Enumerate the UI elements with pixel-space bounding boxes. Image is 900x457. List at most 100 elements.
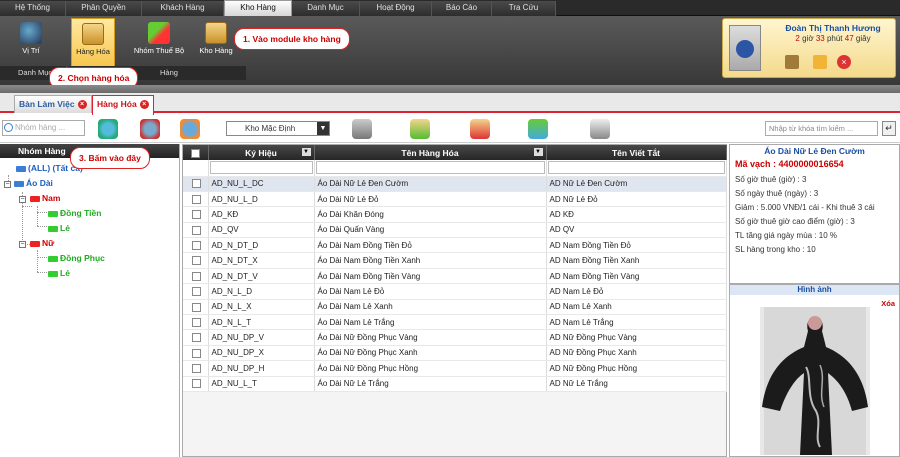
table-row[interactable]: AD_KĐ Áo Dài Khăn Đóng AD KĐ bbox=[183, 206, 727, 223]
cell-ten-viet-tat: AD Nữ Đồng Phục Hồng bbox=[546, 360, 727, 377]
column-ky-hieu[interactable]: Ký Hiệu ▼ bbox=[208, 145, 315, 160]
table-row[interactable]: AD_NU_L_DC Áo Dài Nữ Lẻ Đen Cườm AD Nữ Lẻ … bbox=[183, 176, 727, 192]
collapse-icon[interactable]: − bbox=[19, 241, 26, 248]
row-checkbox[interactable] bbox=[192, 379, 202, 389]
row-checkbox[interactable] bbox=[192, 256, 202, 266]
select-all-header[interactable] bbox=[183, 145, 209, 160]
checkbox-icon[interactable] bbox=[190, 148, 200, 158]
menu-tab-tra-cuu[interactable]: Tra Cứu bbox=[492, 1, 556, 16]
row-checkbox[interactable] bbox=[192, 317, 202, 327]
row-checkbox[interactable] bbox=[192, 225, 202, 235]
cell-ky-hieu: AD_NU_DP_H bbox=[208, 360, 315, 377]
add-item-icon[interactable] bbox=[410, 119, 430, 139]
row-checkbox[interactable] bbox=[192, 179, 202, 189]
menu-tab-kho-hang[interactable]: Kho Hàng bbox=[224, 0, 292, 16]
tree-node-nam[interactable]: Nam bbox=[30, 193, 60, 203]
table-row[interactable]: AD_N_DT_V Áo Dài Nam Đồng Tiền Vàng AD Nam… bbox=[183, 268, 727, 285]
main-menu-bar: Hệ Thống Phân Quyền Khách Hàng Kho Hàng … bbox=[0, 0, 900, 16]
document-tabs: Bàn Làm Việc × Hàng Hóa × bbox=[0, 93, 900, 115]
cell-ky-hieu: AD_NU_L_T bbox=[208, 376, 315, 392]
close-icon[interactable]: × bbox=[139, 100, 149, 110]
collapse-icon[interactable]: − bbox=[4, 181, 11, 188]
group-icon bbox=[148, 22, 170, 44]
row-checkbox[interactable] bbox=[192, 287, 202, 297]
table-row[interactable]: AD_NU_DP_V Áo Dài Nữ Đồng Phục Vàng AD Nữ … bbox=[183, 329, 727, 346]
tree-node-le-nu[interactable]: Lẻ bbox=[48, 268, 70, 278]
menu-tab-hoat-dong[interactable]: Hoạt Động bbox=[360, 1, 432, 16]
menu-tab-bao-cao[interactable]: Báo Cáo bbox=[432, 1, 492, 16]
user-name: Đoàn Thị Thanh Hương bbox=[785, 23, 881, 33]
folder-icon bbox=[14, 180, 24, 187]
cell-ten-viet-tat: AD Nam Lẻ Trắng bbox=[546, 314, 727, 331]
table-row[interactable]: AD_QV Áo Dài Quấn Vàng AD QV bbox=[183, 222, 727, 239]
tree-node-ao-dai[interactable]: Áo Dài bbox=[14, 178, 53, 188]
tab-ban-lam-viec[interactable]: Bàn Làm Việc × bbox=[14, 95, 92, 113]
add-group-icon[interactable] bbox=[98, 119, 118, 139]
tree-node-dong-phuc[interactable]: Đồng Phục bbox=[48, 253, 105, 263]
tree-node-dong-tien[interactable]: Đồng Tiền bbox=[48, 208, 101, 218]
detail-line: Giảm : 5.000 VNĐ/1 cái - Khi thuê 3 cái bbox=[735, 203, 875, 212]
row-checkbox[interactable] bbox=[192, 364, 202, 374]
user-info-panel: Đoàn Thị Thanh Hương 2 giờ 33 phút 47 gi… bbox=[722, 18, 896, 78]
group-search-input[interactable]: Nhóm hàng ... bbox=[2, 120, 85, 136]
row-checkbox[interactable] bbox=[192, 333, 202, 343]
table-row[interactable]: AD_NU_DP_H Áo Dài Nữ Đồng Phục Hồng AD Nữ … bbox=[183, 360, 727, 377]
table-row[interactable]: AD_NU_DP_X Áo Dài Nữ Đồng Phục Xanh AD Nữ … bbox=[183, 345, 727, 362]
folder-icon bbox=[48, 225, 58, 232]
ribbon-hang-hoa-button[interactable]: Hàng Hóa bbox=[71, 18, 115, 70]
row-checkbox[interactable] bbox=[192, 194, 202, 204]
filter-ten-hang-hoa-input[interactable] bbox=[315, 161, 545, 175]
table-row[interactable]: AD_N_L_D Áo Dài Nam Lẻ Đỏ AD Nam Lẻ Đỏ bbox=[183, 283, 727, 300]
tree-node-le-nam[interactable]: Lẻ bbox=[48, 223, 70, 233]
warehouse-select[interactable]: Kho Mặc Định ▼ bbox=[226, 121, 330, 136]
ribbon-kho-hang-button[interactable]: Kho Hàng bbox=[196, 18, 236, 70]
row-checkbox[interactable] bbox=[192, 271, 202, 281]
column-ten-viet-tat[interactable]: Tên Viết Tắt bbox=[546, 145, 727, 160]
logout-icon[interactable]: × bbox=[837, 55, 851, 69]
ribbon-nhom-thue-bo-button[interactable]: Nhóm Thuế Bộ bbox=[130, 18, 188, 70]
table-row[interactable]: AD_NU_L_T Áo Dài Nữ Lẻ Trắng AD Nữ Lẻ Trắn… bbox=[183, 376, 727, 392]
row-checkbox[interactable] bbox=[192, 240, 202, 250]
detail-line: Số giờ thuê (giờ) : 3 bbox=[735, 175, 807, 184]
warehouse-icon bbox=[205, 22, 227, 44]
enter-icon[interactable]: ↵ bbox=[882, 121, 896, 136]
table-row[interactable]: AD_NU_L_D Áo Dài Nữ Lẻ Đỏ AD Nữ Lẻ Đỏ bbox=[183, 191, 727, 208]
table-row[interactable]: AD_N_DT_D Áo Dài Nam Đồng Tiền Đỏ AD Nam Đ… bbox=[183, 237, 727, 254]
lock-icon[interactable] bbox=[813, 55, 827, 69]
row-checkbox[interactable] bbox=[192, 302, 202, 312]
table-row[interactable]: AD_N_DT_X Áo Dài Nam Đồng Tiền Xanh AD Nam… bbox=[183, 252, 727, 269]
table-row[interactable]: AD_N_L_X Áo Dài Nam Lẻ Xanh AD Nam Lẻ Xanh bbox=[183, 299, 727, 316]
collapse-icon[interactable]: − bbox=[19, 196, 26, 203]
splitter[interactable] bbox=[0, 85, 900, 93]
menu-tab-he-thong[interactable]: Hệ Thống bbox=[0, 1, 66, 16]
ribbon-vi-tri-button[interactable]: Vị Trí bbox=[6, 18, 56, 70]
table-row[interactable]: AD_N_L_T Áo Dài Nam Lẻ Trắng AD Nam Lẻ Trắ… bbox=[183, 314, 727, 331]
import-icon[interactable] bbox=[528, 119, 548, 139]
info-icon[interactable] bbox=[785, 55, 799, 69]
menu-tab-danh-muc[interactable]: Danh Mục bbox=[292, 1, 360, 16]
delete-item-icon[interactable] bbox=[470, 119, 490, 139]
edit-group-icon[interactable] bbox=[180, 119, 200, 139]
scanner-icon[interactable] bbox=[352, 119, 372, 139]
keyword-search-input[interactable]: Nhập từ khóa tìm kiếm ... bbox=[765, 121, 878, 136]
cell-ten-hang-hoa: Áo Dài Nữ Đồng Phục Hồng bbox=[314, 360, 547, 377]
detail-title: Áo Dài Nữ Lẻ Đen Cườm bbox=[764, 146, 865, 156]
filter-icon[interactable]: ▼ bbox=[301, 148, 311, 156]
cell-ten-viet-tat: AD Nữ Lẻ Trắng bbox=[546, 376, 727, 392]
filter-icon[interactable]: ▼ bbox=[533, 148, 543, 156]
printer-icon[interactable] bbox=[590, 119, 610, 139]
close-icon[interactable]: × bbox=[77, 100, 87, 110]
filter-ten-viet-tat-input[interactable] bbox=[547, 161, 725, 175]
group-tree: Nhóm Hàng (ALL) (Tất cả) − Áo Dài − Nam … bbox=[0, 144, 180, 457]
column-ten-hang-hoa[interactable]: Tên Hàng Hóa ▼ bbox=[314, 145, 547, 160]
tree-node-nu[interactable]: Nữ bbox=[30, 238, 54, 248]
delete-image-link[interactable]: Xóa bbox=[881, 299, 895, 308]
menu-tab-khach-hang[interactable]: Khách Hàng bbox=[142, 1, 224, 16]
row-checkbox[interactable] bbox=[192, 210, 202, 220]
tab-hang-hoa[interactable]: Hàng Hóa × bbox=[92, 95, 154, 115]
menu-tab-phan-quyen[interactable]: Phân Quyền bbox=[66, 1, 142, 16]
filter-ky-hieu-input[interactable] bbox=[209, 161, 313, 175]
row-checkbox[interactable] bbox=[192, 348, 202, 358]
delete-group-icon[interactable] bbox=[140, 119, 160, 139]
cell-ten-viet-tat: AD KĐ bbox=[546, 206, 727, 223]
